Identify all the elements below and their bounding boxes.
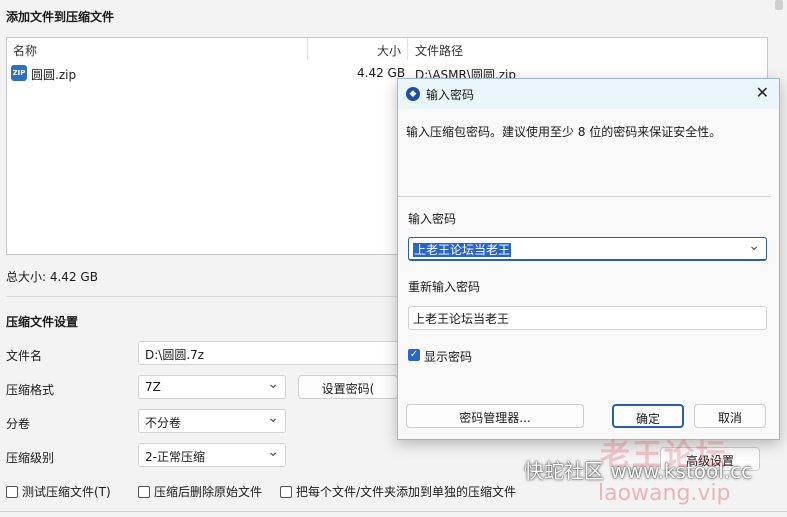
column-name-header[interactable]: 名称: [13, 42, 37, 59]
close-icon[interactable]: ✕: [756, 83, 769, 102]
reenter-password-label: 重新输入密码: [408, 280, 481, 294]
total-size: 总大小: 4.42 GB: [6, 270, 98, 284]
split-label: 分卷: [6, 417, 31, 431]
column-separator[interactable]: [407, 38, 408, 60]
password-dialog: ◆ 输入密码 ✕ 输入压缩包密码。建议使用至少 8 位的密码来保证安全性。 输入…: [397, 78, 780, 440]
each-separate-label: 把每个文件/文件夹添加到单独的压缩文件: [296, 485, 517, 499]
bottom-divider: [0, 511, 787, 512]
dialog-divider: [398, 196, 771, 197]
dialog-message: 输入压缩包密码。建议使用至少 8 位的密码来保证安全性。: [406, 125, 722, 139]
filename-label: 文件名: [6, 349, 43, 363]
dialog-titlebar[interactable]: ◆ 输入密码 ✕: [398, 79, 779, 109]
split-value: 不分卷: [145, 416, 182, 430]
checkbox-box[interactable]: [6, 486, 18, 498]
scrollbar-thumb[interactable]: [775, 0, 783, 10]
add-files-title: 添加文件到压缩文件: [6, 10, 115, 24]
split-select[interactable]: 不分卷: [138, 409, 286, 433]
app-logo-icon: ◆: [406, 87, 420, 101]
checkbox-box[interactable]: [280, 486, 292, 498]
column-size-header[interactable]: 大小: [377, 42, 401, 59]
zip-file-icon: ZIP: [11, 65, 27, 81]
level-value: 2-正常压缩: [145, 450, 205, 464]
level-select[interactable]: 2-正常压缩: [138, 443, 286, 467]
delete-after-checkbox[interactable]: 压缩后删除原始文件: [138, 483, 262, 500]
cancel-button[interactable]: 取消: [694, 404, 766, 428]
checkbox-box[interactable]: [138, 486, 150, 498]
format-value: 7Z: [145, 380, 161, 394]
filename-input[interactable]: D:\圆圆.7z: [138, 341, 400, 365]
level-label: 压缩级别: [6, 451, 55, 465]
format-select[interactable]: 7Z: [138, 375, 286, 399]
password-input[interactable]: 上老王论坛当老王: [408, 237, 767, 261]
column-path-header[interactable]: 文件路径: [415, 42, 463, 59]
set-password-button[interactable]: 设置密码(: [298, 375, 398, 399]
show-password-label[interactable]: 显示密码: [424, 348, 472, 365]
test-archive-checkbox[interactable]: 测试压缩文件(T): [6, 483, 111, 500]
each-separate-checkbox[interactable]: 把每个文件/文件夹添加到单独的压缩文件: [280, 483, 516, 500]
column-separator[interactable]: [307, 38, 308, 60]
watermark-url-text: laowang.vip: [598, 481, 731, 506]
password-value: 上老王论坛当老王: [413, 243, 512, 257]
password-manager-button[interactable]: 密码管理器...: [406, 404, 584, 428]
dialog-title: 输入密码: [426, 88, 475, 102]
format-label: 压缩格式: [6, 383, 55, 397]
ok-button[interactable]: 确定: [612, 404, 684, 428]
watermark-site-text: 快蛇社区 www.kstool.cc: [524, 459, 753, 483]
file-name: 圆圆.zip: [31, 68, 77, 82]
divider: [6, 296, 398, 297]
password-label: 输入密码: [408, 212, 457, 226]
reenter-password-input[interactable]: 上老王论坛当老王: [408, 306, 767, 330]
test-archive-label: 测试压缩文件(T): [22, 485, 111, 499]
show-password-checkbox[interactable]: ✓: [408, 349, 420, 361]
settings-title: 压缩文件设置: [6, 315, 79, 329]
file-list-header: 名称 大小 文件路径: [7, 38, 767, 60]
delete-after-label: 压缩后删除原始文件: [154, 485, 263, 499]
